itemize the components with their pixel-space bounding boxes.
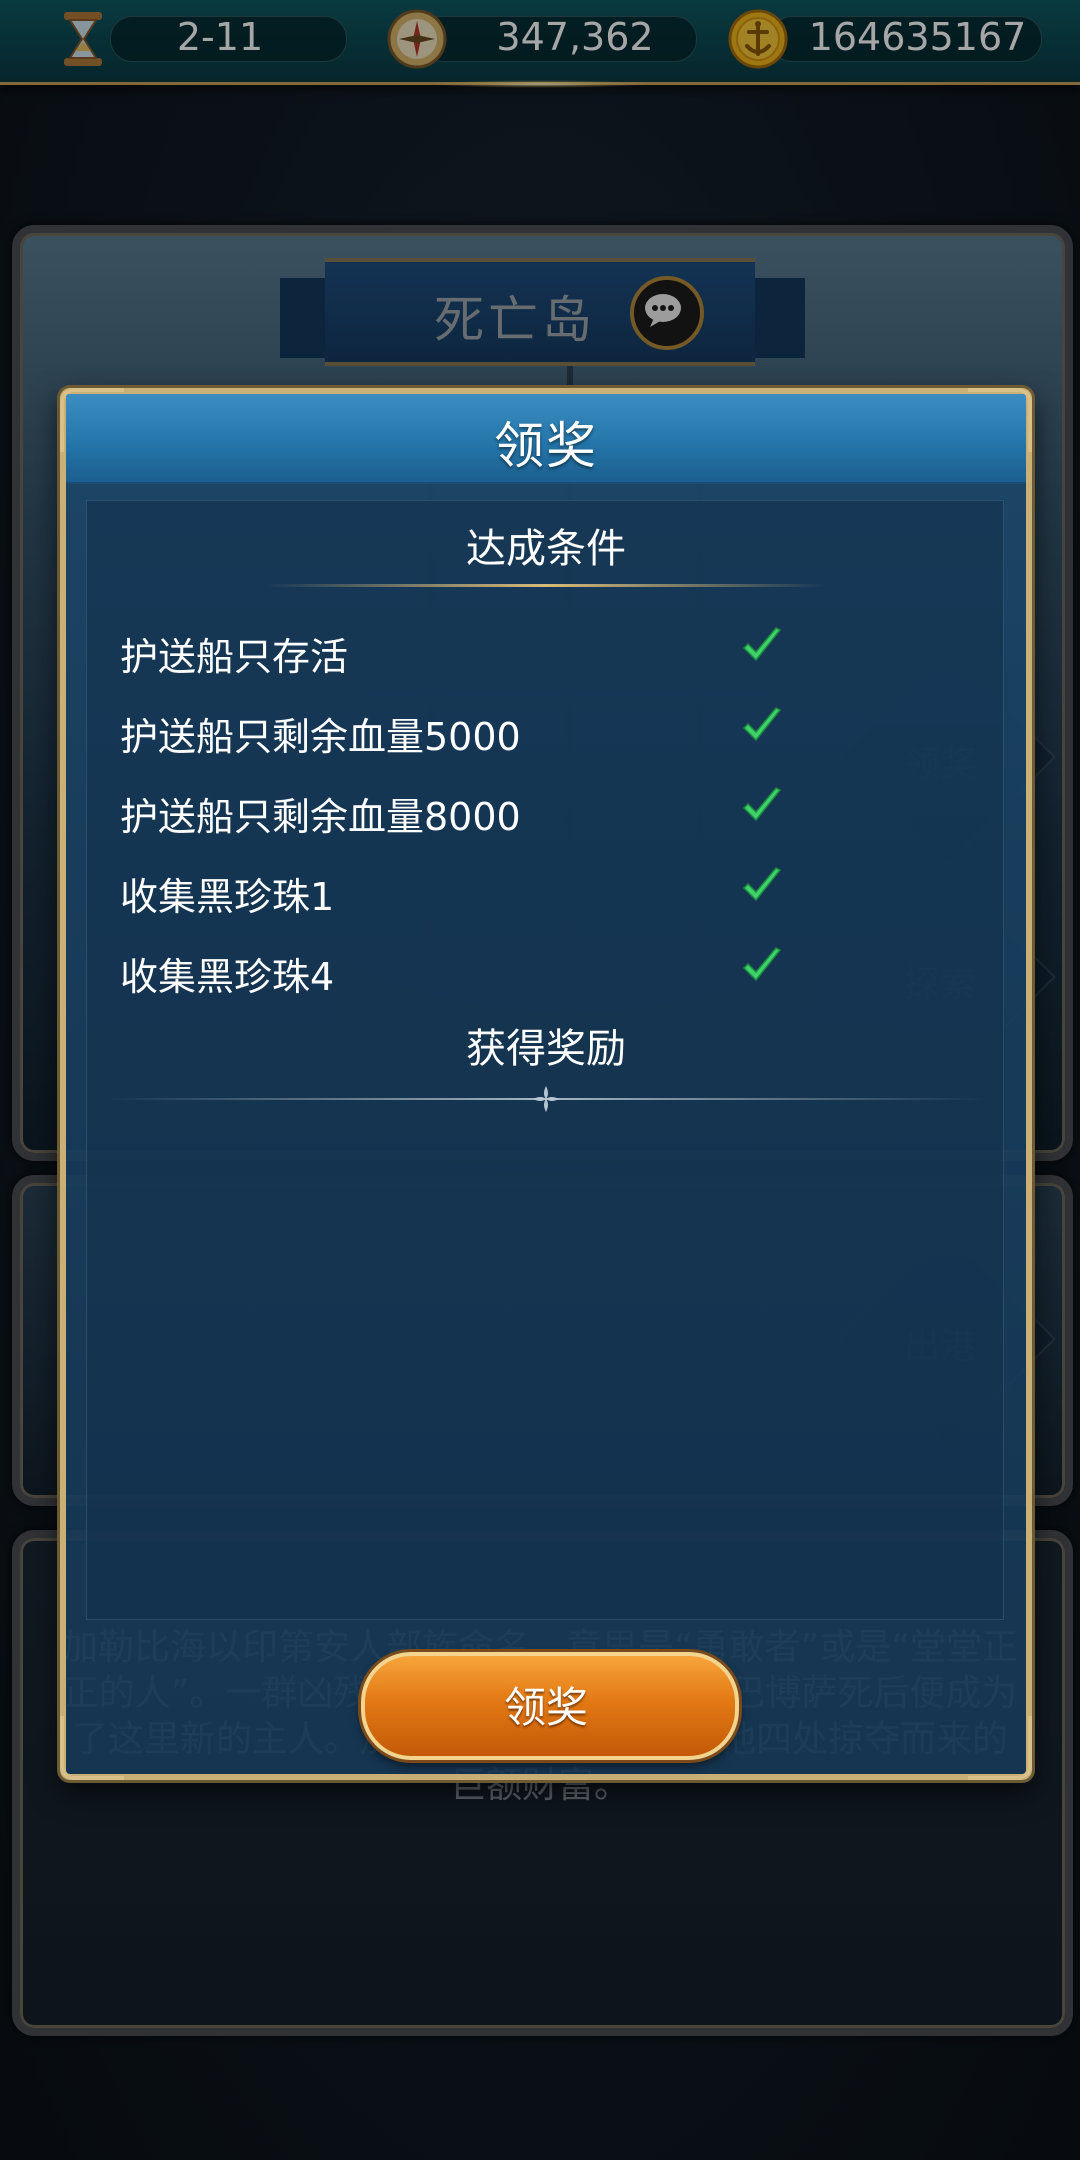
corner-ornament [60,388,124,452]
rewards-title: 获得奖励 [466,1026,626,1072]
condition-label: 收集黑珍珠1 [120,875,335,919]
corner-ornament [968,388,1032,452]
condition-row: 护送船只剩余血量5000 [120,700,820,760]
check-icon [742,867,782,902]
claim-button-label: 领奖 [503,1683,588,1732]
corner-ornament [60,1716,124,1780]
conditions-title: 达成条件 [466,526,626,572]
dialog-header: 领奖 [66,394,1026,484]
dialog-title: 领奖 [494,417,598,475]
condition-label: 护送船只剩余血量8000 [120,795,521,839]
condition-label: 护送船只存活 [120,635,349,679]
claim-reward-button[interactable]: 领奖 [361,1652,739,1760]
conditions-divider [266,584,826,587]
condition-label: 收集黑珍珠4 [120,955,335,999]
corner-ornament [968,1716,1032,1780]
fleur-ornament-icon [533,1086,559,1112]
check-icon [742,627,782,662]
condition-row: 护送船只剩余血量8000 [120,780,820,840]
condition-row: 护送船只存活 [120,620,820,680]
check-icon [742,707,782,742]
condition-label: 护送船只剩余血量5000 [120,715,521,759]
check-icon [742,787,782,822]
check-icon [742,947,782,982]
condition-row: 收集黑珍珠1 [120,860,820,920]
reward-dialog: 领奖 达成条件 护送船只存活 护送船只剩余血量5000 护送船只剩余血量8000… [60,388,1032,1780]
condition-row: 收集黑珍珠4 [120,940,820,1000]
